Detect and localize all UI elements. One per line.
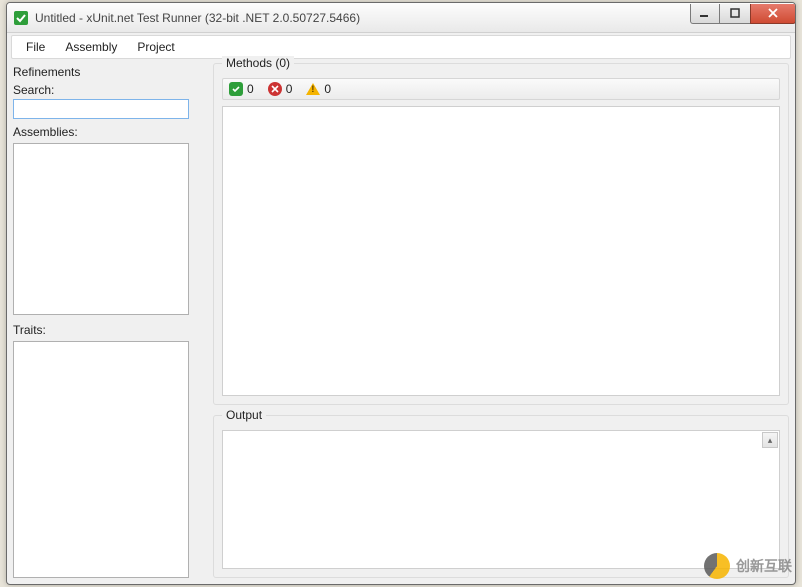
output-textbox[interactable]: ▴ — [222, 430, 780, 569]
close-button[interactable] — [750, 4, 796, 24]
output-group: Output ▴ — [213, 415, 789, 578]
titlebar[interactable]: Untitled - xUnit.net Test Runner (32-bit… — [7, 3, 795, 33]
pass-icon — [229, 82, 243, 96]
search-input[interactable] — [13, 99, 189, 119]
traits-listbox[interactable] — [13, 341, 189, 578]
traits-label: Traits: — [13, 323, 203, 337]
right-pane: Methods (0) 0 0 — [213, 63, 789, 578]
window-controls — [690, 4, 796, 24]
window-title: Untitled - xUnit.net Test Runner (32-bit… — [35, 11, 360, 25]
warn-count: 0 — [324, 82, 331, 96]
watermark: 创新互联 — [704, 553, 792, 579]
client-area: Refinements Search: Assemblies: Traits: … — [7, 59, 795, 584]
pass-count: 0 — [247, 82, 254, 96]
status-pass: 0 — [229, 82, 254, 96]
warn-icon — [306, 83, 320, 95]
refinements-pane: Refinements Search: Assemblies: Traits: — [13, 63, 203, 578]
status-strip: 0 0 0 — [222, 78, 780, 100]
maximize-button[interactable] — [720, 4, 750, 24]
search-label: Search: — [13, 83, 203, 97]
status-warn: 0 — [306, 82, 331, 96]
output-group-title: Output — [222, 408, 266, 422]
methods-listbox[interactable] — [222, 106, 780, 396]
methods-group-title: Methods (0) — [222, 56, 294, 70]
watermark-text: 创新互联 — [736, 556, 792, 576]
minimize-button[interactable] — [690, 4, 720, 24]
scroll-up-button[interactable]: ▴ — [762, 432, 778, 448]
menubar: File Assembly Project — [11, 35, 791, 59]
fail-count: 0 — [286, 82, 293, 96]
menu-file[interactable]: File — [16, 37, 55, 57]
status-fail: 0 — [268, 82, 293, 96]
assemblies-listbox[interactable] — [13, 143, 189, 315]
app-icon — [13, 10, 29, 26]
menu-assembly[interactable]: Assembly — [55, 37, 127, 57]
methods-group: Methods (0) 0 0 — [213, 63, 789, 405]
assemblies-label: Assemblies: — [13, 125, 203, 139]
fail-icon — [268, 82, 282, 96]
app-window: Untitled - xUnit.net Test Runner (32-bit… — [6, 2, 796, 585]
watermark-logo-icon — [704, 553, 730, 579]
refinements-heading: Refinements — [13, 65, 203, 79]
menu-project[interactable]: Project — [127, 37, 184, 57]
